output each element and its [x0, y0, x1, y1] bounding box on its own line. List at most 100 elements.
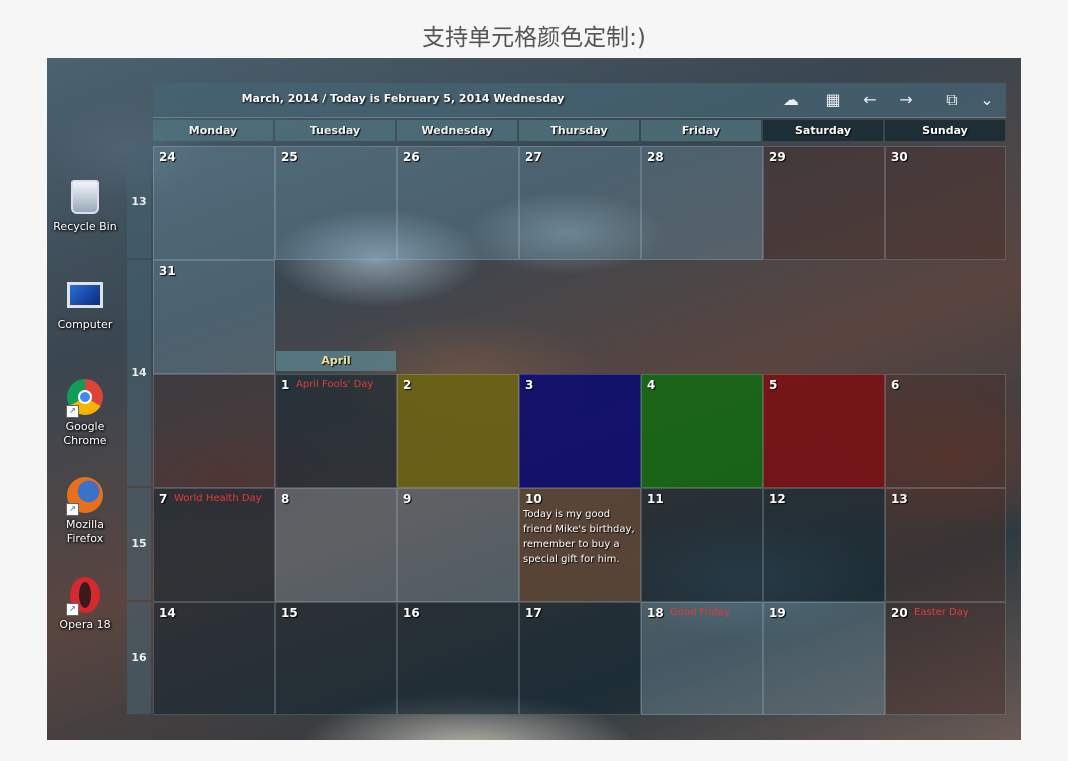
- day-number: 11: [647, 492, 664, 506]
- day-number: 10: [525, 492, 542, 506]
- calendar-title: March, 2014 / Today is February 5, 2014 …: [241, 92, 565, 105]
- opera-icon: ↗: [66, 576, 104, 616]
- holiday-label: World Health Day: [174, 493, 262, 504]
- day-cell[interactable]: 20 Easter Day: [885, 602, 1006, 715]
- day-cell[interactable]: 9: [397, 488, 519, 602]
- day-cell-with-note[interactable]: 10 Today is my good friend Mike's birthd…: [519, 488, 641, 602]
- day-cell[interactable]: 17: [519, 602, 641, 715]
- day-number: 5: [769, 378, 778, 392]
- desktop-icon-firefox[interactable]: ↗ Mozilla Firefox: [53, 476, 117, 546]
- month-tab-april: April: [276, 351, 396, 371]
- day-number: 16: [403, 606, 420, 620]
- holiday-label: Good Friday: [670, 607, 730, 618]
- calendar-icon[interactable]: ▦: [822, 90, 844, 110]
- day-cell[interactable]: 26: [397, 146, 519, 260]
- cloud-icon[interactable]: ☁: [780, 90, 802, 110]
- day-cell[interactable]: 28: [641, 146, 763, 260]
- day-cell-colored[interactable]: 5: [763, 374, 885, 488]
- desktop-icon-label: Recycle Bin: [53, 220, 117, 233]
- day-number: 6: [891, 378, 900, 392]
- day-number: 26: [403, 150, 420, 164]
- computer-icon: [66, 276, 104, 314]
- shortcut-arrow-icon: ↗: [66, 405, 79, 418]
- day-number: 30: [891, 150, 908, 164]
- day-cell-colored[interactable]: 4: [641, 374, 763, 488]
- day-header-thursday: Thursday: [519, 120, 639, 141]
- day-cell[interactable]: 30: [885, 146, 1006, 260]
- desktop-icon-opera[interactable]: ↗ Opera 18: [53, 576, 117, 632]
- desktop-icon-computer[interactable]: Computer: [53, 276, 117, 332]
- day-cell-colored[interactable]: 3: [519, 374, 641, 488]
- day-header-sunday: Sunday: [885, 120, 1005, 141]
- arrow-left-icon[interactable]: ←: [859, 90, 881, 110]
- page-caption: 支持单元格颜色定制:): [422, 25, 646, 51]
- day-number: 14: [159, 606, 176, 620]
- day-cell[interactable]: 6: [885, 374, 1006, 488]
- desktop-icon-label: Google Chrome: [63, 420, 107, 447]
- firefox-icon: ↗: [66, 476, 104, 516]
- arrow-right-icon[interactable]: →: [895, 90, 917, 110]
- day-cell[interactable]: 15: [275, 602, 397, 715]
- day-headers: Monday Tuesday Wednesday Thursday Friday…: [153, 120, 1006, 141]
- day-number: 27: [525, 150, 542, 164]
- day-number: 24: [159, 150, 176, 164]
- holiday-label: Easter Day: [914, 607, 969, 618]
- window-icon[interactable]: ⧉: [941, 90, 963, 110]
- day-number: 4: [647, 378, 656, 392]
- day-cell[interactable]: 8: [275, 488, 397, 602]
- day-cell[interactable]: 18 Good Friday: [641, 602, 763, 715]
- day-header-tuesday: Tuesday: [275, 120, 395, 141]
- desktop-icon-label: Mozilla Firefox: [66, 518, 104, 545]
- day-header-wednesday: Wednesday: [397, 120, 517, 141]
- day-number: 15: [281, 606, 298, 620]
- day-number: 31: [159, 264, 176, 278]
- day-cell[interactable]: 1 April Fools' Day: [275, 374, 397, 488]
- day-cell[interactable]: 19: [763, 602, 885, 715]
- day-number: 9: [403, 492, 412, 506]
- day-cell[interactable]: 25: [275, 146, 397, 260]
- day-cell[interactable]: 27: [519, 146, 641, 260]
- day-cell[interactable]: 29: [763, 146, 885, 260]
- shortcut-arrow-icon: ↗: [66, 603, 79, 616]
- day-cell[interactable]: 7 World Health Day: [153, 488, 275, 602]
- day-cell[interactable]: 13: [885, 488, 1006, 602]
- holiday-label: April Fools' Day: [296, 379, 374, 390]
- day-header-monday: Monday: [153, 120, 273, 141]
- day-number: 13: [891, 492, 908, 506]
- day-cell[interactable]: 14: [153, 602, 275, 715]
- chevron-down-icon[interactable]: ⌄: [976, 90, 998, 110]
- week-number: 15: [127, 488, 151, 600]
- day-header-saturday: Saturday: [763, 120, 883, 141]
- day-number: 8: [281, 492, 290, 506]
- day-cell[interactable]: 12: [763, 488, 885, 602]
- day-number: 28: [647, 150, 664, 164]
- desktop-icon-label: Opera 18: [59, 618, 111, 631]
- day-cell-empty: [153, 374, 275, 488]
- day-number: 1: [281, 378, 290, 392]
- desktop-icon-chrome[interactable]: ↗ Google Chrome: [53, 378, 117, 448]
- day-number: 17: [525, 606, 542, 620]
- day-number: 19: [769, 606, 786, 620]
- desktop-icon-recycle-bin[interactable]: Recycle Bin: [53, 178, 117, 234]
- desktop-icon-label: Computer: [57, 318, 113, 331]
- day-note: Today is my good friend Mike's birthday,…: [523, 509, 635, 565]
- day-cell[interactable]: 31: [153, 260, 275, 374]
- day-number: 2: [403, 378, 412, 392]
- chrome-icon: ↗: [66, 378, 104, 418]
- day-number: 25: [281, 150, 298, 164]
- week-number: 13: [127, 146, 151, 258]
- day-cell-colored[interactable]: 2: [397, 374, 519, 488]
- day-header-friday: Friday: [641, 120, 761, 141]
- week-number: 16: [127, 602, 151, 714]
- day-number: 18: [647, 606, 664, 620]
- day-cell[interactable]: 16: [397, 602, 519, 715]
- day-number: 3: [525, 378, 534, 392]
- recycle-bin-icon: [66, 178, 104, 216]
- calendar-titlebar: March, 2014 / Today is February 5, 2014 …: [153, 83, 1006, 118]
- shortcut-arrow-icon: ↗: [66, 503, 79, 516]
- day-cell[interactable]: 11: [641, 488, 763, 602]
- week-number: 14: [127, 260, 151, 486]
- day-cell[interactable]: 24: [153, 146, 275, 260]
- day-number: 29: [769, 150, 786, 164]
- calendar-widget: March, 2014 / Today is February 5, 2014 …: [153, 83, 1006, 715]
